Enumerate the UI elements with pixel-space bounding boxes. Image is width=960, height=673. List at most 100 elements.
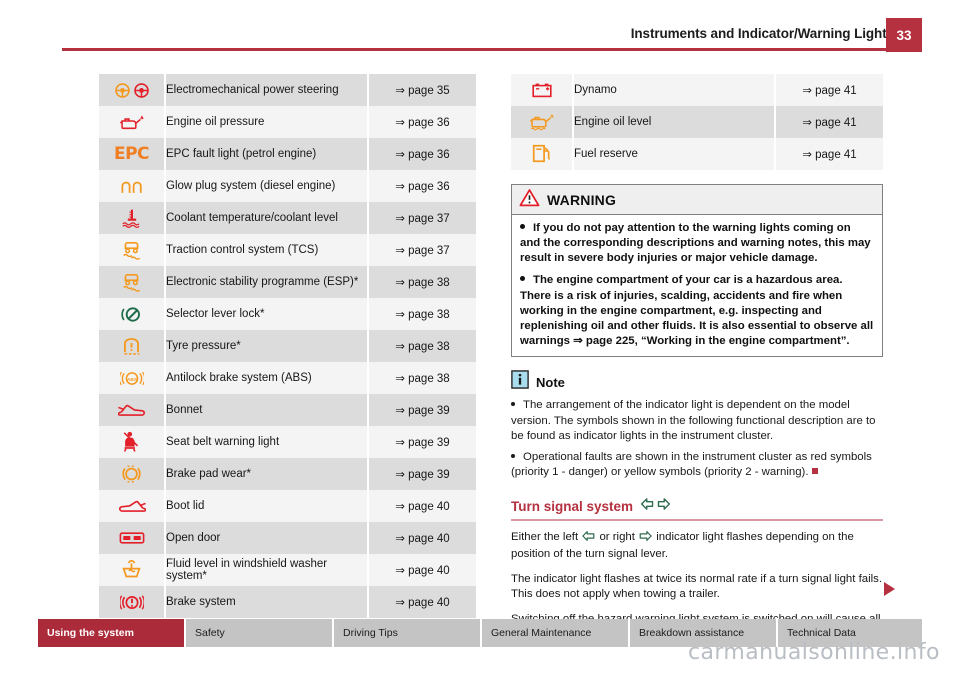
symbol-description: Dynamo xyxy=(573,74,776,106)
symbol-description: Engine oil pressure xyxy=(165,106,369,138)
glow-plug-icon xyxy=(99,170,166,202)
end-of-section-marker xyxy=(811,468,818,475)
bullet-icon xyxy=(511,402,515,407)
right-arrow-icon xyxy=(639,530,652,548)
page-reference[interactable]: ⇒ page 35 xyxy=(368,74,476,106)
tyre-pressure-icon xyxy=(99,330,166,362)
table-row: Dynamo ⇒ page 41 xyxy=(511,74,883,106)
table-row: Engine oil pressure ⇒ page 36 xyxy=(99,106,476,138)
turn-signal-paragraph-1: Either the left or right indicator light… xyxy=(511,530,883,563)
note-paragraph: The arrangement of the indicator light i… xyxy=(511,398,883,444)
page-reference[interactable]: ⇒ page 39 xyxy=(368,394,476,426)
page-reference[interactable]: ⇒ page 39 xyxy=(368,426,476,458)
washer-fluid-icon xyxy=(99,554,166,586)
symbol-description: Traction control system (TCS) xyxy=(165,234,369,266)
oil-pressure-icon xyxy=(99,106,166,138)
engine-oil-level-icon xyxy=(511,106,574,138)
note-box-header: Note xyxy=(511,370,883,394)
warning-paragraph-text: If you do not pay attention to the warni… xyxy=(520,222,871,265)
warning-paragraph: If you do not pay attention to the warni… xyxy=(520,221,874,266)
footer-tab-safety[interactable]: Safety xyxy=(186,619,334,647)
brake-system-icon xyxy=(99,586,166,618)
symbol-description: Open door xyxy=(165,522,369,554)
page-reference[interactable]: ⇒ page 41 xyxy=(775,74,883,106)
page-reference[interactable]: ⇒ page 36 xyxy=(368,138,476,170)
warning-paragraph-text: The engine compartment of your car is a … xyxy=(520,274,874,348)
page-reference[interactable]: ⇒ page 38 xyxy=(368,266,476,298)
page-reference[interactable]: ⇒ page 36 xyxy=(368,170,476,202)
page-reference[interactable]: ⇒ page 40 xyxy=(368,490,476,522)
abs-icon: ABS xyxy=(99,362,166,394)
note-paragraph-text: The arrangement of the indicator light i… xyxy=(511,399,876,442)
page-reference[interactable]: ⇒ page 37 xyxy=(368,202,476,234)
info-icon xyxy=(511,370,529,394)
table-row: Boot lid ⇒ page 40 xyxy=(99,490,476,522)
note-paragraph: Operational faults are shown in the inst… xyxy=(511,450,883,481)
bullet-icon xyxy=(520,276,525,282)
note-box: Note The arrangement of the indicator li… xyxy=(511,370,883,480)
header-rule xyxy=(62,48,898,51)
seat-belt-icon xyxy=(99,426,166,458)
turn-signal-text-a: Either the left xyxy=(511,530,579,543)
page-reference[interactable]: ⇒ page 41 xyxy=(775,106,883,138)
manual-page: Instruments and Indicator/Warning Lights… xyxy=(0,0,960,673)
open-door-icon xyxy=(99,522,166,554)
symbol-description: Boot lid xyxy=(165,490,369,522)
page-reference[interactable]: ⇒ page 37 xyxy=(368,234,476,266)
table-row: Electronic stability programme (ESP)* ⇒ … xyxy=(99,266,476,298)
esp-icon xyxy=(99,266,166,298)
continuation-arrow-icon xyxy=(884,582,895,596)
page-reference[interactable]: ⇒ page 38 xyxy=(368,330,476,362)
table-row: Fuel reserve ⇒ page 41 xyxy=(511,138,883,170)
table-row: Coolant temperature/coolant level ⇒ page… xyxy=(99,202,476,234)
indicator-symbol-table-right: Dynamo ⇒ page 41 Engine oil level ⇒ page… xyxy=(511,74,883,170)
symbol-description: Brake system xyxy=(165,586,369,618)
watermark: carmanualsonline.info xyxy=(688,640,940,665)
table-row: Fluid level in windshield washer system*… xyxy=(99,554,476,586)
table-row: EPC EPC fault light (petrol engine) ⇒ pa… xyxy=(99,138,476,170)
page-title: Instruments and Indicator/Warning Lights xyxy=(630,26,894,41)
symbol-description: Electromechanical power steering xyxy=(165,74,369,106)
left-arrow-icon xyxy=(582,530,595,548)
table-row: ABS Antilock brake system (ABS) ⇒ page 3… xyxy=(99,362,476,394)
indicator-symbol-table-left: Electromechanical power steering ⇒ page … xyxy=(99,74,476,618)
note-box-title: Note xyxy=(536,374,565,390)
table-row: Open door ⇒ page 40 xyxy=(99,522,476,554)
section-title: Turn signal system xyxy=(511,498,634,514)
symbol-description: Fuel reserve xyxy=(573,138,776,170)
table-row: Seat belt warning light ⇒ page 39 xyxy=(99,426,476,458)
page-reference[interactable]: ⇒ page 38 xyxy=(368,298,476,330)
symbol-description: Antilock brake system (ABS) xyxy=(165,362,369,394)
selector-lever-lock-icon xyxy=(99,298,166,330)
page-reference[interactable]: ⇒ page 40 xyxy=(368,586,476,618)
warning-box-body: If you do not pay attention to the warni… xyxy=(512,215,882,356)
page-reference[interactable]: ⇒ page 38 xyxy=(368,362,476,394)
symbol-description: Electronic stability programme (ESP)* xyxy=(165,266,369,298)
bonnet-icon xyxy=(99,394,166,426)
page-reference[interactable]: ⇒ page 36 xyxy=(368,106,476,138)
epc-label: EPC xyxy=(113,143,150,164)
page-reference[interactable]: ⇒ page 40 xyxy=(368,522,476,554)
table-row: Electromechanical power steering ⇒ page … xyxy=(99,74,476,106)
page-reference[interactable]: ⇒ page 40 xyxy=(368,554,476,586)
page-reference[interactable]: ⇒ page 41 xyxy=(775,138,883,170)
footer-tab-driving-tips[interactable]: Driving Tips xyxy=(334,619,482,647)
page-number-badge: 33 xyxy=(886,18,922,52)
fuel-reserve-icon xyxy=(511,138,574,170)
bullet-icon xyxy=(520,224,525,229)
footer-tab-general-maintenance[interactable]: General Maintenance xyxy=(482,619,630,647)
coolant-temperature-icon xyxy=(99,202,166,234)
symbol-description: Selector lever lock* xyxy=(165,298,369,330)
note-paragraph-text: Operational faults are shown in the inst… xyxy=(511,451,872,479)
turn-signal-double-arrow-icon xyxy=(640,497,671,516)
warning-box: WARNING If you do not pay attention to t… xyxy=(511,184,883,358)
svg-text:ABS: ABS xyxy=(126,376,137,382)
boot-lid-icon xyxy=(99,490,166,522)
warning-box-header: WARNING xyxy=(512,185,882,215)
page-header: Instruments and Indicator/Warning Lights… xyxy=(0,18,960,52)
table-row: Selector lever lock* ⇒ page 38 xyxy=(99,298,476,330)
traction-control-icon xyxy=(99,234,166,266)
page-reference[interactable]: ⇒ page 39 xyxy=(368,458,476,490)
table-row: Traction control system (TCS) ⇒ page 37 xyxy=(99,234,476,266)
footer-tab-using-the-system[interactable]: Using the system xyxy=(38,619,186,647)
